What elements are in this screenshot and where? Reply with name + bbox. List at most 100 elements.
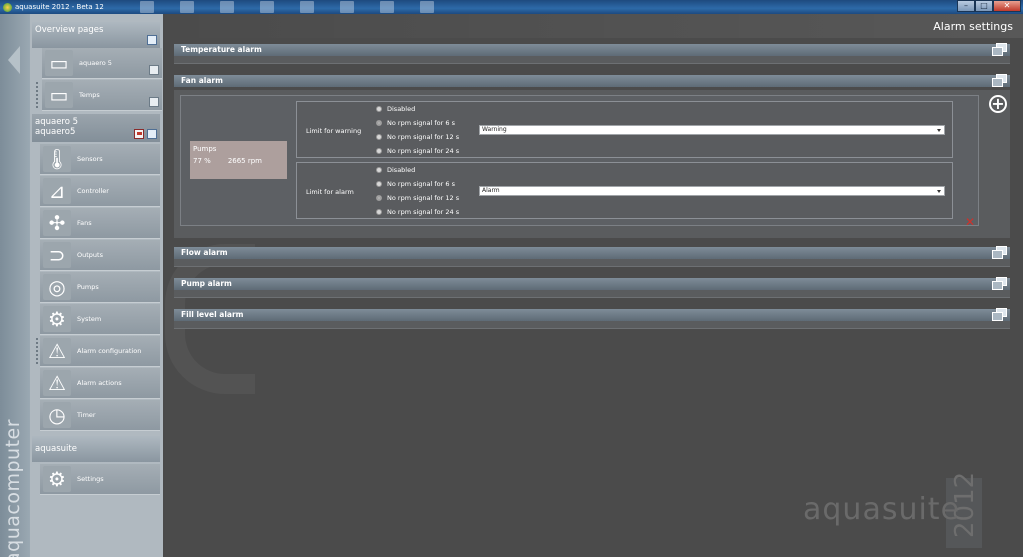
alarm-radio-24s[interactable]: No rpm signal for 24 s	[376, 208, 459, 216]
alarm-actions-icon: ⚠	[43, 370, 71, 396]
task-icon[interactable]	[140, 1, 154, 13]
page-settings-icon[interactable]	[149, 65, 159, 75]
alarm-radio-12s[interactable]: No rpm signal for 12 s	[376, 194, 459, 202]
task-icon[interactable]	[300, 1, 314, 13]
fan-alarm-entry: Pumps 77 % 2665 rpm Limit for warning Di…	[180, 95, 979, 228]
collapse-arrow-icon[interactable]	[8, 46, 20, 74]
restore-icon[interactable]	[992, 43, 1007, 56]
task-icon[interactable]	[420, 1, 434, 13]
device-tile-rpm: 2665 rpm	[227, 157, 262, 165]
sidebar-item-timer[interactable]: ◷ Timer	[40, 400, 160, 431]
warning-action-select[interactable]: Warning	[479, 125, 945, 135]
task-icon[interactable]	[260, 1, 274, 13]
alarm-icon: ⚠	[43, 338, 71, 364]
sidebar-item-pumps[interactable]: ◎ Pumps	[40, 272, 160, 303]
page-title: Alarm settings	[933, 20, 1013, 33]
task-icon[interactable]	[380, 1, 394, 13]
radio-dot[interactable]	[376, 134, 382, 140]
warning-radio-6s[interactable]: No rpm signal for 6 s	[376, 119, 455, 127]
drag-handle[interactable]	[36, 82, 38, 108]
sidebar-item-label: Outputs	[77, 251, 103, 259]
device-tile[interactable]: Pumps 77 % 2665 rpm	[190, 141, 287, 179]
radio-dot-selected[interactable]	[376, 195, 382, 201]
chevron-down-icon	[937, 190, 941, 193]
sidebar-item-temps-page[interactable]: ▭ Temps	[42, 80, 162, 111]
device-settings-icon[interactable]	[147, 129, 157, 139]
warning-radio-disabled[interactable]: Disabled	[376, 105, 415, 113]
sidebar-item-label: Pumps	[77, 283, 99, 291]
sidebar-item-label: Alarm configuration	[77, 347, 142, 355]
taskbar-icons	[140, 1, 434, 13]
select-value: Alarm	[482, 187, 500, 194]
sidebar-item-label: Sensors	[77, 155, 103, 163]
output-icon: ⊃	[43, 242, 71, 268]
task-icon[interactable]	[220, 1, 234, 13]
fill-level-alarm-bar[interactable]: Fill level alarm	[174, 308, 1010, 321]
radio-label: No rpm signal for 12 s	[387, 133, 460, 141]
window-title: aquasuite 2012 - Beta 12	[15, 3, 104, 11]
warning-limit-label: Limit for warning	[306, 127, 362, 135]
window-controls: – □ ✕	[957, 0, 1021, 12]
restore-icon[interactable]	[992, 246, 1007, 259]
radio-dot[interactable]	[376, 106, 382, 112]
overview-pages-header[interactable]: Overview pages	[32, 22, 160, 48]
sidebar-item-label: Temps	[79, 91, 100, 99]
panel-footer	[174, 321, 1010, 329]
warning-radio-24s[interactable]: No rpm signal for 24 s	[376, 147, 459, 155]
sidebar-item-sensors[interactable]: 🌡 Sensors	[40, 144, 160, 175]
restore-icon[interactable]	[992, 74, 1007, 87]
warning-radio-12s[interactable]: No rpm signal for 12 s	[376, 133, 459, 141]
sidebar-item-system[interactable]: ⚙ System	[40, 304, 160, 335]
add-page-icon[interactable]	[147, 35, 157, 45]
radio-dot[interactable]	[376, 167, 382, 173]
aquasuite-header[interactable]: aquasuite	[32, 436, 160, 462]
alarm-radio-disabled[interactable]: Disabled	[376, 166, 415, 174]
radio-label: No rpm signal for 24 s	[387, 208, 460, 216]
sidebar-item-controller[interactable]: ⊿ Controller	[40, 176, 160, 207]
radio-dot[interactable]	[376, 148, 382, 154]
panel-footer	[174, 56, 1010, 64]
add-alarm-button[interactable]: +	[989, 95, 1007, 113]
radio-label: Disabled	[387, 105, 416, 113]
maximize-button[interactable]: □	[975, 0, 993, 12]
sidebar-item-settings[interactable]: ⚙ Settings	[40, 464, 160, 495]
delete-alarm-button[interactable]: ✕	[965, 216, 975, 228]
pages-icon: ▭	[45, 50, 73, 76]
sidebar-item-alarm-actions[interactable]: ⚠ Alarm actions	[40, 368, 160, 399]
fan-alarm-bar[interactable]: Fan alarm	[174, 74, 1010, 87]
alarm-radio-6s[interactable]: No rpm signal for 6 s	[376, 180, 455, 188]
alarm-limit-label: Limit for alarm	[306, 188, 354, 196]
minimize-button[interactable]: –	[957, 0, 975, 12]
watermark-logo: aquasuite	[803, 492, 961, 527]
sidebar: Overview pages ▭ aquaero 5 ▭ Temps aquae…	[30, 14, 163, 557]
device-header[interactable]: aquaero 5 aquaero5	[32, 114, 160, 142]
drag-handle[interactable]	[36, 338, 38, 364]
sidebar-item-label: aquaero 5	[79, 59, 112, 67]
task-icon[interactable]	[340, 1, 354, 13]
restore-icon[interactable]	[992, 277, 1007, 290]
system-icon: ⚙	[43, 306, 71, 332]
left-strip: aquacomputer	[0, 14, 30, 557]
radio-dot[interactable]	[376, 209, 382, 215]
task-icon[interactable]	[180, 1, 194, 13]
temperature-alarm-bar[interactable]: Temperature alarm	[174, 43, 1010, 56]
close-button[interactable]: ✕	[993, 0, 1021, 12]
page-settings-icon[interactable]	[149, 97, 159, 107]
alarm-action-select[interactable]: Alarm	[479, 186, 945, 196]
radio-dot-selected[interactable]	[376, 120, 382, 126]
warning-limit-group: Limit for warning Disabled No rpm signal…	[296, 101, 953, 158]
main-content: Alarm settings Temperature alarm Fan ala…	[165, 14, 1023, 557]
flow-alarm-bar[interactable]: Flow alarm	[174, 246, 1010, 259]
sidebar-item-alarm-configuration[interactable]: ⚠ Alarm configuration	[40, 336, 160, 367]
sidebar-item-aquaero5-page[interactable]: ▭ aquaero 5	[42, 48, 162, 79]
sidebar-item-label: Controller	[77, 187, 109, 195]
restore-icon[interactable]	[992, 308, 1007, 321]
save-icon[interactable]	[134, 129, 144, 139]
sidebar-item-label: Settings	[77, 475, 104, 483]
sidebar-item-outputs[interactable]: ⊃ Outputs	[40, 240, 160, 271]
pump-alarm-bar[interactable]: Pump alarm	[174, 277, 1010, 290]
radio-label: No rpm signal for 6 s	[387, 119, 455, 127]
sidebar-item-fans[interactable]: ✣ Fans	[40, 208, 160, 239]
radio-dot[interactable]	[376, 181, 382, 187]
brand-logo: aquacomputer	[2, 418, 24, 557]
